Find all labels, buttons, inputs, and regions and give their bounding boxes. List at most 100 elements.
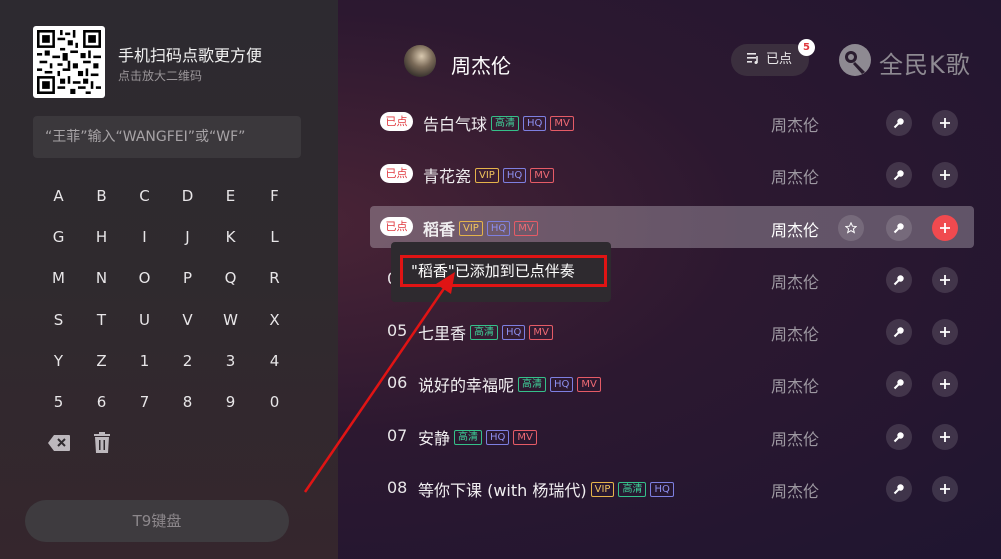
search-input[interactable]: “王菲”输入“WANGFEI”或“WF” xyxy=(33,116,301,158)
favorite-button[interactable] xyxy=(838,215,864,241)
key-n[interactable]: N xyxy=(80,262,123,294)
key-s[interactable]: S xyxy=(37,304,80,336)
song-tag: MV xyxy=(577,376,601,392)
key-k[interactable]: K xyxy=(209,221,252,253)
artist-avatar xyxy=(404,45,436,77)
song-row[interactable]: 已点 告白气球 高清 HQ MV 周杰伦 xyxy=(370,101,974,143)
key-2[interactable]: 2 xyxy=(166,345,209,377)
key-h[interactable]: H xyxy=(80,221,123,253)
song-artist[interactable]: 周杰伦 xyxy=(771,164,819,188)
playlist-icon xyxy=(747,53,758,64)
star-icon xyxy=(845,222,857,234)
key-3[interactable]: 3 xyxy=(209,345,252,377)
sing-button[interactable] xyxy=(886,424,912,450)
add-to-queue-button[interactable] xyxy=(932,110,958,136)
microphone-icon xyxy=(893,483,905,495)
trash-icon[interactable] xyxy=(92,432,112,454)
key-z[interactable]: Z xyxy=(80,345,123,377)
key-j[interactable]: J xyxy=(166,221,209,253)
sing-button[interactable] xyxy=(886,110,912,136)
key-y[interactable]: Y xyxy=(37,345,80,377)
sing-button[interactable] xyxy=(886,267,912,293)
song-artist[interactable]: 周杰伦 xyxy=(771,373,819,397)
karaoke-logo-icon xyxy=(839,44,871,76)
song-number: 06 xyxy=(387,373,408,392)
key-v[interactable]: V xyxy=(166,304,209,336)
song-row[interactable]: 06 说好的幸福呢 高清 HQ MV 周杰伦 xyxy=(370,362,974,404)
song-tag: 高清 xyxy=(470,324,499,340)
microphone-icon xyxy=(893,274,905,286)
song-artist[interactable]: 周杰伦 xyxy=(771,112,819,136)
qr-subtitle: 点击放大二维码 xyxy=(118,69,203,83)
key-f[interactable]: F xyxy=(253,180,296,212)
add-to-queue-button[interactable] xyxy=(932,319,958,345)
add-to-queue-button[interactable] xyxy=(932,476,958,502)
microphone-icon xyxy=(893,222,905,234)
toast-message: "稻香"已添加到已点伴奏 xyxy=(400,255,607,287)
song-title: 安静 xyxy=(418,429,451,448)
song-artist[interactable]: 周杰伦 xyxy=(771,426,819,450)
key-4[interactable]: 4 xyxy=(253,345,296,377)
key-a[interactable]: A xyxy=(37,180,80,212)
microphone-icon xyxy=(893,117,905,129)
key-7[interactable]: 7 xyxy=(123,386,166,418)
key-u[interactable]: U xyxy=(123,304,166,336)
sing-button[interactable] xyxy=(886,476,912,502)
microphone-icon xyxy=(893,326,905,338)
plus-icon xyxy=(939,169,951,181)
song-title: 稻香 xyxy=(423,220,456,239)
add-to-queue-button[interactable] xyxy=(932,371,958,397)
song-tag: HQ xyxy=(523,115,547,131)
song-tag: HQ xyxy=(550,376,574,392)
key-e[interactable]: E xyxy=(209,180,252,212)
key-d[interactable]: D xyxy=(166,180,209,212)
sing-button[interactable] xyxy=(886,215,912,241)
key-r[interactable]: R xyxy=(253,262,296,294)
song-row[interactable]: 07 安静 高清 HQ MV 周杰伦 xyxy=(370,415,974,457)
add-to-queue-button[interactable] xyxy=(932,267,958,293)
add-to-queue-button[interactable] xyxy=(932,424,958,450)
key-x[interactable]: X xyxy=(253,304,296,336)
key-c[interactable]: C xyxy=(123,180,166,212)
key-p[interactable]: P xyxy=(166,262,209,294)
key-1[interactable]: 1 xyxy=(123,345,166,377)
add-to-queue-button[interactable] xyxy=(932,162,958,188)
key-o[interactable]: O xyxy=(123,262,166,294)
backspace-icon[interactable] xyxy=(47,434,71,452)
key-g[interactable]: G xyxy=(37,221,80,253)
song-row[interactable]: 05 七里香 高清 HQ MV 周杰伦 xyxy=(370,310,974,352)
song-title: 告白气球 xyxy=(423,115,488,134)
key-m[interactable]: M xyxy=(37,262,80,294)
key-t[interactable]: T xyxy=(80,304,123,336)
song-artist[interactable]: 周杰伦 xyxy=(771,321,819,345)
qr-title: 手机扫码点歌更方便 xyxy=(118,46,263,65)
t9-keyboard-button[interactable]: T9键盘 xyxy=(25,500,289,542)
sing-button[interactable] xyxy=(886,371,912,397)
key-6[interactable]: 6 xyxy=(80,386,123,418)
key-0[interactable]: 0 xyxy=(253,386,296,418)
key-b[interactable]: B xyxy=(80,180,123,212)
plus-icon xyxy=(939,222,951,234)
song-row[interactable]: 已点 青花瓷 VIP HQ MV 周杰伦 xyxy=(370,153,974,195)
sing-button[interactable] xyxy=(886,319,912,345)
song-title: 等你下课 (with 杨瑞代) xyxy=(418,481,587,500)
add-to-queue-button[interactable] xyxy=(932,215,958,241)
key-i[interactable]: I xyxy=(123,221,166,253)
song-artist[interactable]: 周杰伦 xyxy=(771,269,819,293)
key-l[interactable]: L xyxy=(253,221,296,253)
key-8[interactable]: 8 xyxy=(166,386,209,418)
sing-button[interactable] xyxy=(886,162,912,188)
song-row[interactable]: 08 等你下课 (with 杨瑞代) VIP 高清 HQ 周杰伦 xyxy=(370,467,974,509)
song-artist[interactable]: 周杰伦 xyxy=(771,217,819,241)
key-w[interactable]: W xyxy=(209,304,252,336)
song-tag: MV xyxy=(514,220,538,236)
app-logo: 全民K歌 xyxy=(838,42,978,79)
song-title: 七里香 xyxy=(418,324,467,343)
key-9[interactable]: 9 xyxy=(209,386,252,418)
key-5[interactable]: 5 xyxy=(37,386,80,418)
logo-text: 全民K歌 xyxy=(879,51,971,79)
queue-label: 已点 xyxy=(766,52,793,67)
qr-code[interactable] xyxy=(33,26,105,98)
song-artist[interactable]: 周杰伦 xyxy=(771,478,819,502)
key-q[interactable]: Q xyxy=(209,262,252,294)
